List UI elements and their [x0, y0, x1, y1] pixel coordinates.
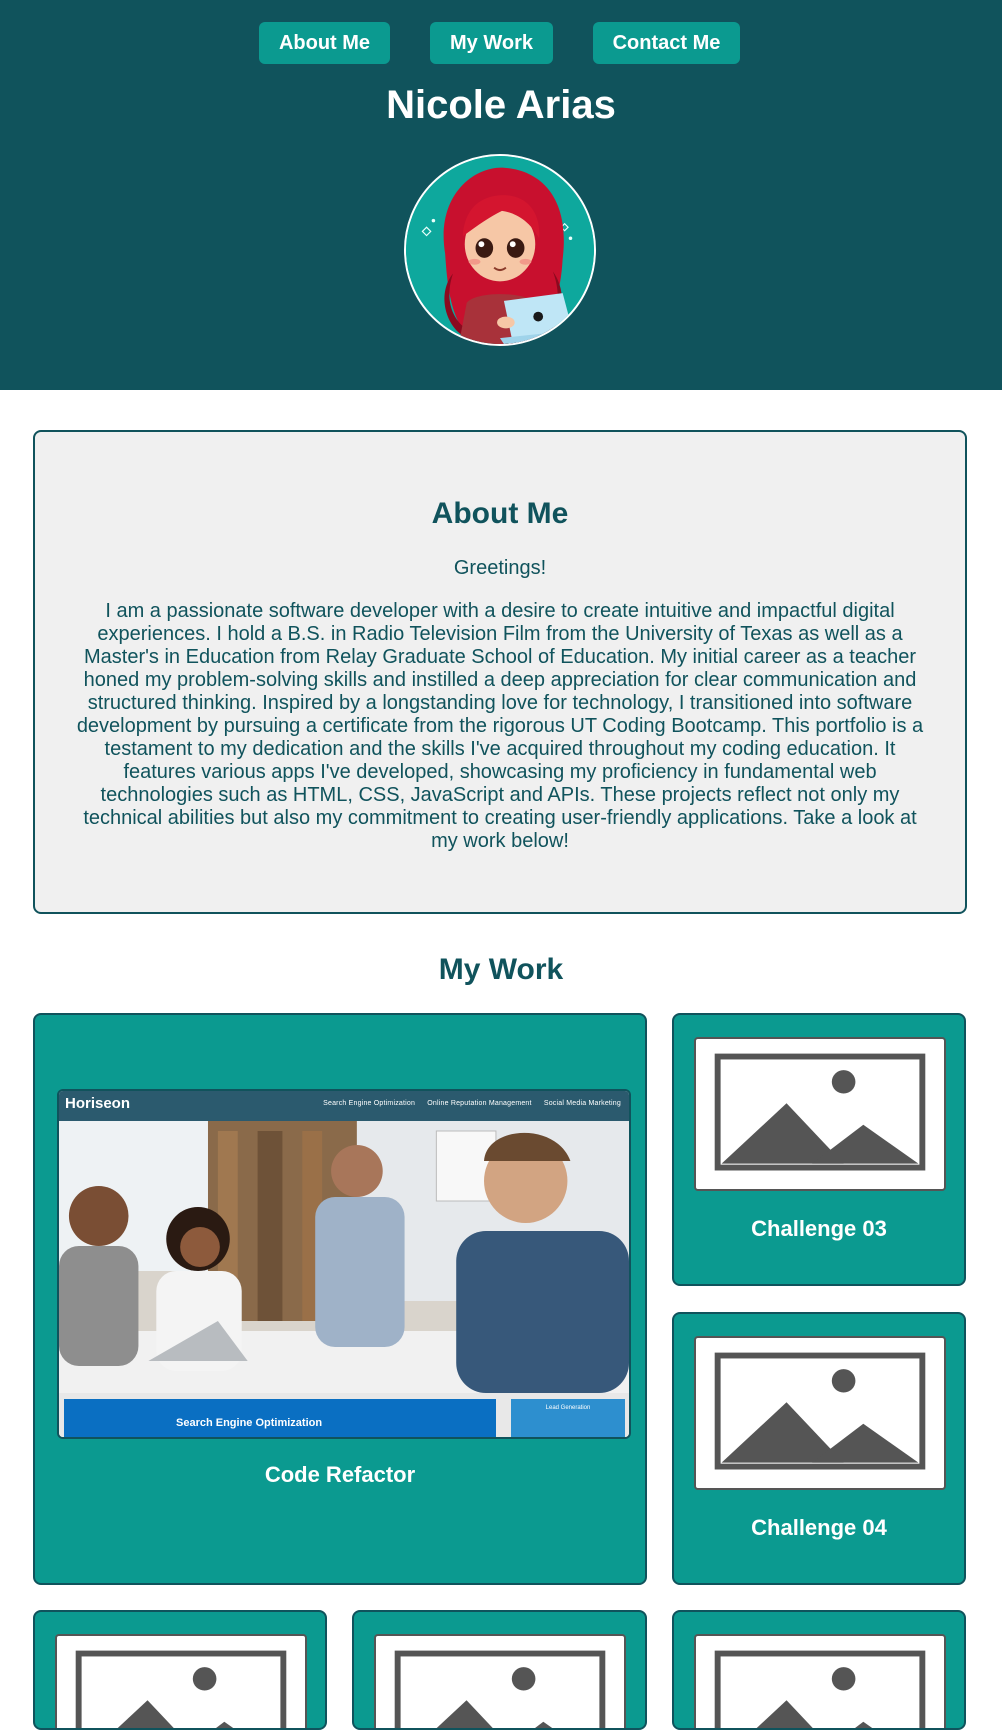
- screenshot-nav: Search Engine Optimization Online Reputa…: [313, 1100, 621, 1107]
- screenshot-seo-label: Search Engine Optimization: [176, 1417, 323, 1429]
- about-body: I am a passionate software developer wit…: [76, 600, 924, 852]
- project-card[interactable]: [33, 1610, 327, 1730]
- project-screenshot: Horiseon Search Engine Optimization Onli…: [57, 1089, 631, 1439]
- image-placeholder-icon: [394, 1650, 606, 1728]
- screenshot-nav-item: Search Engine Optimization: [323, 1100, 416, 1107]
- contact-me-button[interactable]: Contact Me: [593, 22, 740, 64]
- page-title: Nicole Arias: [386, 83, 616, 127]
- image-placeholder: [694, 1336, 946, 1490]
- image-placeholder-icon: [714, 1352, 926, 1470]
- screenshot-nav-item: Online Reputation Management: [427, 1100, 532, 1107]
- cartoon-avatar-icon: [406, 156, 594, 344]
- about-title: About Me: [431, 497, 569, 530]
- image-placeholder-icon: [75, 1650, 287, 1728]
- screenshot-header: Horiseon Search Engine Optimization Onli…: [59, 1091, 629, 1121]
- work-title: My Work: [438, 953, 564, 986]
- avatar: [404, 154, 596, 346]
- screenshot-brand: Horiseon: [65, 1095, 131, 1112]
- project-label: Challenge 03: [751, 1216, 887, 1241]
- image-placeholder: [374, 1634, 626, 1728]
- screenshot-seo-section: Search Engine Optimization: [64, 1399, 496, 1437]
- nav: About Me My Work Contact Me: [0, 22, 1002, 64]
- project-label: Code Refactor: [264, 1462, 416, 1487]
- about-greeting: Greetings!: [453, 557, 547, 579]
- project-label: Challenge 04: [751, 1515, 887, 1540]
- project-card[interactable]: [672, 1610, 966, 1730]
- project-card[interactable]: [352, 1610, 647, 1730]
- about-me-button[interactable]: About Me: [259, 22, 390, 64]
- my-work-button[interactable]: My Work: [430, 22, 553, 64]
- image-placeholder: [55, 1634, 307, 1728]
- screenshot-lead-section: Lead Generation: [511, 1399, 625, 1437]
- project-card-challenge-04[interactable]: Challenge 04: [672, 1312, 966, 1585]
- image-placeholder: [694, 1037, 946, 1191]
- screenshot-footer: Search Engine Optimization Lead Generati…: [59, 1393, 629, 1437]
- image-placeholder-icon: [714, 1650, 926, 1728]
- about-section: About Me Greetings! I am a passionate so…: [33, 430, 967, 914]
- team-meeting-photo: [59, 1121, 629, 1393]
- project-card-code-refactor[interactable]: Horiseon Search Engine Optimization Onli…: [33, 1013, 647, 1585]
- screenshot-nav-item: Social Media Marketing: [543, 1100, 621, 1107]
- image-placeholder-icon: [714, 1053, 926, 1171]
- project-card-challenge-03[interactable]: Challenge 03: [672, 1013, 966, 1286]
- image-placeholder: [694, 1634, 946, 1728]
- site-header: About Me My Work Contact Me Nicole Arias: [0, 0, 1002, 390]
